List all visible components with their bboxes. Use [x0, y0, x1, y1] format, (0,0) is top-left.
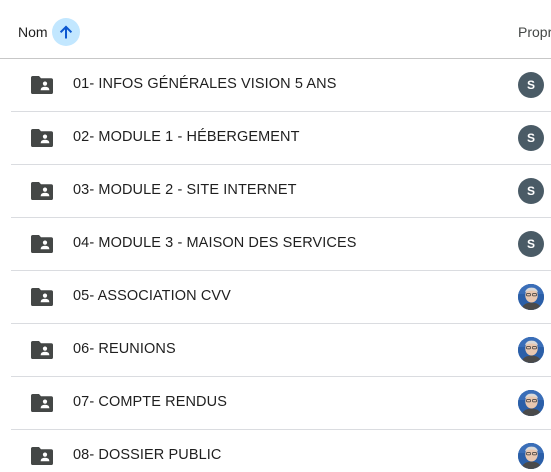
- owner-avatar[interactable]: S: [518, 231, 544, 257]
- shared-folder-icon: [31, 447, 53, 465]
- owner-avatar-photo[interactable]: [518, 390, 544, 416]
- owner-avatar-photo[interactable]: [518, 337, 544, 363]
- folder-name[interactable]: 02- MODULE 1 - HÉBERGEMENT: [73, 129, 300, 145]
- folder-row[interactable]: 01- INFOS GÉNÉRALES VISION 5 ANS S: [11, 59, 551, 112]
- folder-name[interactable]: 03- MODULE 2 - SITE INTERNET: [73, 182, 297, 198]
- name-column-header[interactable]: Nom: [18, 18, 80, 46]
- name-column-label: Nom: [18, 24, 48, 40]
- folder-row[interactable]: 07- COMPTE RENDUS: [11, 377, 551, 430]
- folder-name[interactable]: 07- COMPTE RENDUS: [73, 394, 227, 410]
- folder-name[interactable]: 06- REUNIONS: [73, 341, 176, 357]
- folder-name[interactable]: 05- ASSOCIATION CVV: [73, 288, 231, 304]
- folder-name[interactable]: 08- DOSSIER PUBLIC: [73, 447, 221, 463]
- folder-row[interactable]: 06- REUNIONS: [11, 324, 551, 377]
- arrow-up-icon: [59, 25, 72, 39]
- folder-row[interactable]: 02- MODULE 1 - HÉBERGEMENT S: [11, 112, 551, 165]
- owner-avatar-photo[interactable]: [518, 284, 544, 310]
- owner-avatar[interactable]: S: [518, 178, 544, 204]
- sort-ascending-button[interactable]: [51, 18, 80, 46]
- shared-folder-icon: [31, 394, 53, 412]
- folder-name[interactable]: 01- INFOS GÉNÉRALES VISION 5 ANS: [73, 76, 336, 92]
- folder-row[interactable]: 04- MODULE 3 - MAISON DES SERVICES S: [11, 218, 551, 271]
- shared-folder-icon: [31, 235, 53, 253]
- file-list: Nom Propriétaire 01- INFOS GÉNÉRALES VIS…: [0, 0, 551, 472]
- list-header: Nom Propriétaire: [0, 0, 551, 59]
- shared-folder-icon: [31, 76, 53, 94]
- owner-avatar-photo[interactable]: [518, 443, 544, 469]
- folder-row[interactable]: 03- MODULE 2 - SITE INTERNET S: [11, 165, 551, 218]
- shared-folder-icon: [31, 182, 53, 200]
- folder-row[interactable]: 08- DOSSIER PUBLIC: [11, 430, 551, 472]
- shared-folder-icon: [31, 129, 53, 147]
- rows-container: 01- INFOS GÉNÉRALES VISION 5 ANS S 02- MOD…: [0, 59, 551, 472]
- folder-name[interactable]: 04- MODULE 3 - MAISON DES SERVICES: [73, 235, 357, 251]
- shared-folder-icon: [31, 288, 53, 306]
- folder-row[interactable]: 05- ASSOCIATION CVV: [11, 271, 551, 324]
- shared-folder-icon: [31, 341, 53, 359]
- owner-column-header[interactable]: Propriétaire: [518, 24, 551, 40]
- owner-avatar[interactable]: S: [518, 125, 544, 151]
- owner-avatar[interactable]: S: [518, 72, 544, 98]
